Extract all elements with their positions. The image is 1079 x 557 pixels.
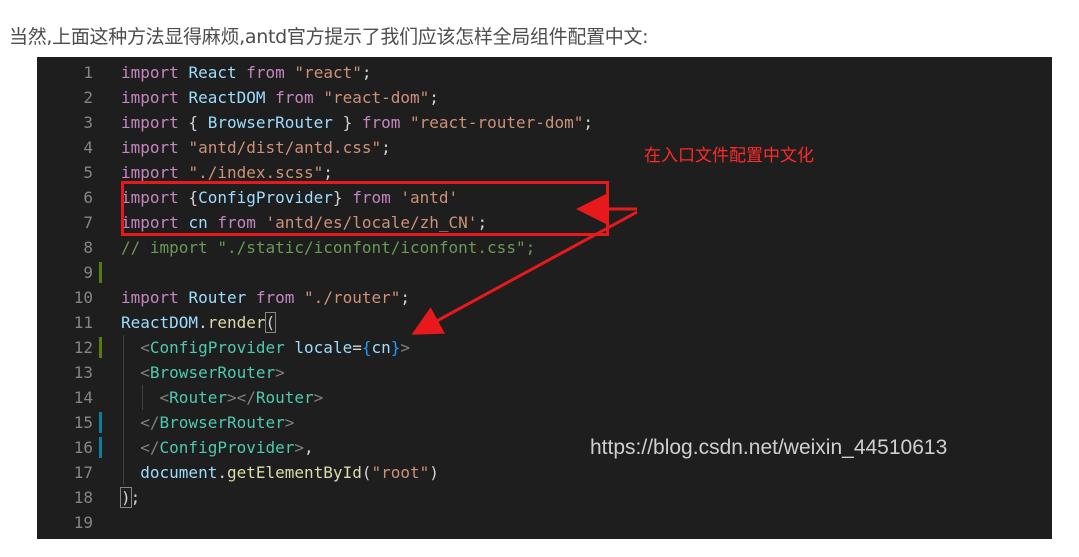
arrow-to-locale bbox=[411, 210, 638, 335]
annotation-arrows bbox=[411, 194, 638, 335]
watermark: https://blog.csdn.net/weixin_44510613 bbox=[590, 436, 948, 459]
annotation-label: 在入口文件配置中文化 bbox=[644, 146, 814, 166]
